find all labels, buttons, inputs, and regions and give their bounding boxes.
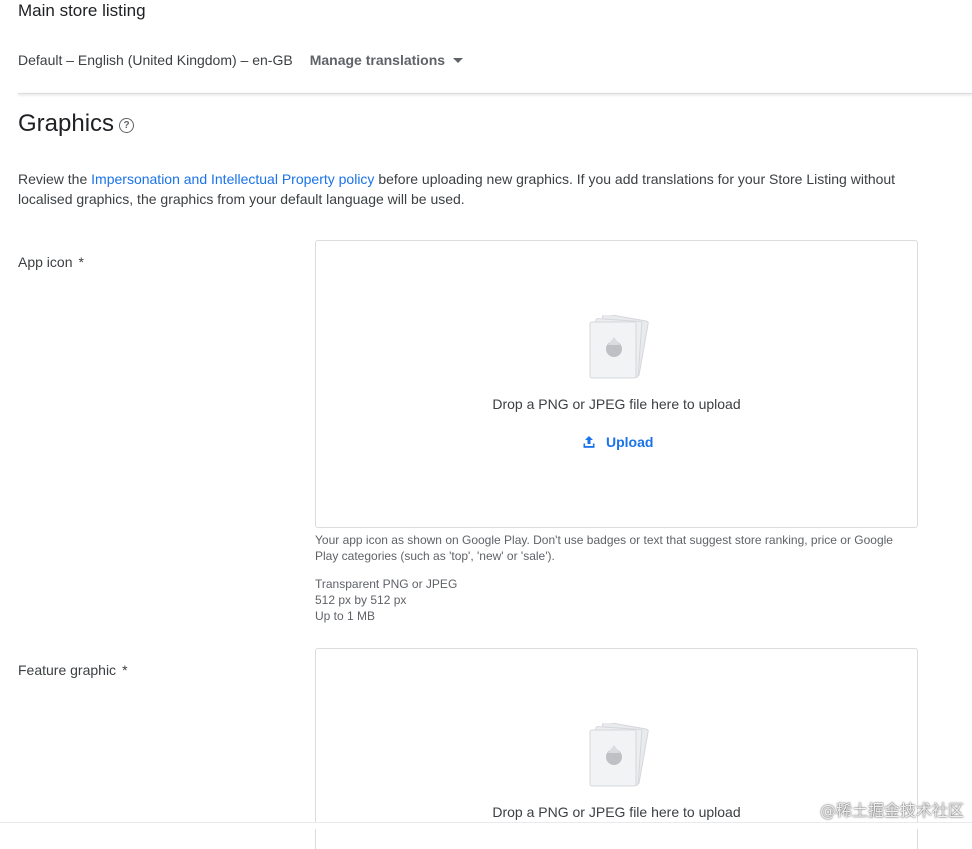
manage-translations-label: Manage translations bbox=[309, 52, 446, 68]
section-title: Main store listing bbox=[18, 1, 146, 20]
policy-link[interactable]: Impersonation and Intellectual Property … bbox=[91, 171, 374, 187]
app-icon-label: App icon * bbox=[18, 252, 84, 272]
app-icon-specs: Transparent PNG or JPEG 512 px by 512 px… bbox=[315, 576, 915, 624]
upload-icon bbox=[583, 436, 595, 448]
spec-max-size: Up to 1 MB bbox=[315, 609, 376, 623]
watermark: @稀土掘金技术社区 bbox=[819, 801, 964, 820]
feature-graphic-label-text: Feature graphic bbox=[18, 662, 117, 678]
graphics-title: Graphics bbox=[18, 110, 115, 137]
graphics-heading: Graphics ? bbox=[18, 109, 135, 139]
app-icon-upload-button[interactable]: Upload bbox=[582, 432, 654, 452]
required-marker: * bbox=[122, 662, 128, 678]
app-icon-description: Your app icon as shown on Google Play. D… bbox=[315, 533, 893, 563]
language-row: Default – English (United Kingdom) – en-… bbox=[18, 50, 464, 70]
upload-label: Upload bbox=[606, 434, 654, 450]
policy-paragraph: Review the Impersonation and Intellectua… bbox=[18, 169, 898, 209]
spec-format: Transparent PNG or JPEG bbox=[315, 577, 458, 591]
policy-prefix: Review the bbox=[18, 171, 92, 187]
header-divider bbox=[18, 93, 972, 94]
help-circle-icon[interactable]: ? bbox=[119, 118, 135, 133]
spec-size: 512 px by 512 px bbox=[315, 593, 407, 607]
app-icon-drop-text: Drop a PNG or JPEG file here to upload bbox=[492, 396, 741, 412]
feature-graphic-label: Feature graphic * bbox=[18, 660, 128, 680]
app-icon-dropzone[interactable]: Drop a PNG or JPEG file here to upload U… bbox=[315, 240, 918, 528]
image-placeholder-icon bbox=[589, 723, 649, 787]
required-marker: * bbox=[78, 254, 84, 270]
default-language: Default – English (United Kingdom) – en-… bbox=[18, 52, 293, 68]
manage-translations-button[interactable]: Manage translations bbox=[309, 52, 464, 68]
app-icon-label-text: App icon bbox=[18, 254, 73, 270]
image-placeholder-icon bbox=[589, 315, 649, 379]
caret-down-icon bbox=[453, 57, 464, 63]
